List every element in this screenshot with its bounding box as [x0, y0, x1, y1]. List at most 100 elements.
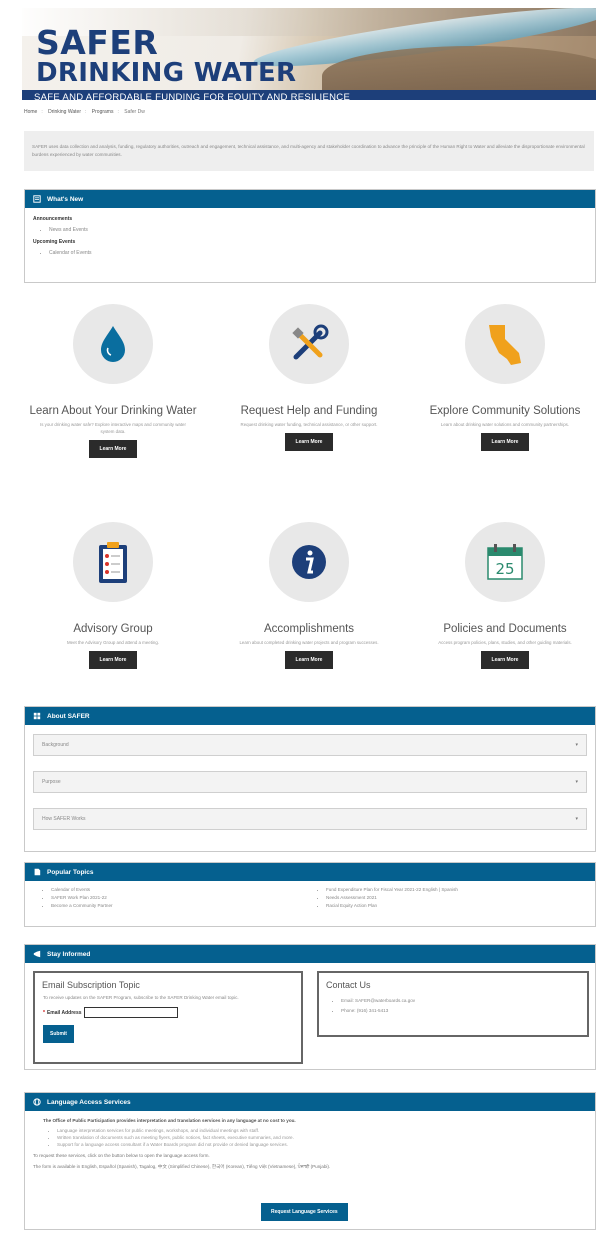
- tile-title: Accomplishments: [263, 623, 355, 635]
- tile-title: Explore Community Solutions: [429, 405, 581, 417]
- email-address-input[interactable]: [83, 1007, 178, 1018]
- tile-description: Learn about drinking water solutions and…: [440, 422, 570, 427]
- megaphone-icon: [33, 950, 41, 958]
- language-access-panel: Language Access Services The Office of P…: [24, 1092, 596, 1230]
- popular-link[interactable]: Needs Assessment 2021: [326, 895, 377, 900]
- popular-link[interactable]: Calendar of Events: [51, 887, 90, 892]
- breadcrumb-home[interactable]: Home: [24, 109, 37, 115]
- learn-more-button[interactable]: Learn More: [89, 651, 137, 669]
- chevron-down-icon: ▾: [575, 742, 578, 748]
- tile-title: Request Help and Funding: [240, 405, 378, 417]
- intro-text: SAFER uses data collection and analysis,…: [24, 131, 594, 171]
- chevron-down-icon: ▾: [575, 816, 578, 822]
- email-subscription-box: Email Subscription Topic To receive upda…: [33, 971, 303, 1064]
- language-service-item: Support for a language access consultant…: [57, 1141, 587, 1148]
- popular-topics-panel: Popular Topics Calendar of Events SAFER …: [24, 862, 596, 927]
- popular-link[interactable]: SAFER Work Plan 2021-22: [51, 895, 107, 900]
- popular-link[interactable]: Racial Equity Action Plan: [326, 903, 377, 908]
- about-safer-title: About SAFER: [47, 712, 90, 720]
- breadcrumb-drinking-water[interactable]: Drinking Water: [48, 109, 81, 115]
- breadcrumb: Home: Drinking Water: Programs: Safer Dw: [24, 109, 145, 115]
- newspaper-icon: [33, 195, 41, 203]
- language-service-item: Written translation of documents such as…: [57, 1134, 587, 1141]
- language-lead-text: The Office of Public Participation provi…: [43, 1118, 296, 1123]
- popular-link[interactable]: Fund Expenditure Plan for Fiscal Year 20…: [326, 887, 458, 892]
- tile-accomplishments: Accomplishments Learn about completed dr…: [219, 522, 399, 669]
- learn-more-button[interactable]: Learn More: [285, 433, 333, 451]
- site-banner[interactable]: SAFER DRINKING WATER SAFE AND AFFORDABLE…: [22, 8, 596, 100]
- calendar-day-number: 25: [495, 560, 514, 578]
- learn-more-button[interactable]: Learn More: [481, 433, 529, 451]
- tile-title: Advisory Group: [73, 623, 153, 635]
- learn-more-button[interactable]: Learn More: [481, 651, 529, 669]
- tile-community-solutions: Explore Community Solutions Learn about …: [415, 304, 595, 451]
- banner-title-line1: SAFER: [36, 23, 159, 62]
- page: SAFER DRINKING WATER SAFE AND AFFORDABLE…: [0, 0, 615, 1237]
- info-icon: [292, 545, 326, 579]
- accordion-purpose[interactable]: Purpose ▾: [33, 771, 587, 793]
- request-language-services-button[interactable]: Request Language Services: [261, 1203, 348, 1221]
- banner-title-line2: DRINKING WATER: [36, 58, 297, 88]
- popular-link[interactable]: Become a Community Partner: [51, 903, 113, 908]
- whats-new-header: What's New: [25, 190, 595, 208]
- about-safer-header: About SAFER: [25, 707, 595, 725]
- accordion-background[interactable]: Background ▾: [33, 734, 587, 756]
- contact-us-title: Contact Us: [326, 980, 371, 990]
- learn-more-button[interactable]: Learn More: [89, 440, 137, 458]
- tile-learn-drinking-water: Learn About Your Drinking Water Is your …: [23, 304, 203, 458]
- email-address-label: Email Address: [46, 1009, 82, 1016]
- language-request-text: To request these services, click on the …: [33, 1153, 210, 1158]
- language-access-header: Language Access Services: [25, 1093, 595, 1111]
- tile-policies-documents: 25 Policies and Documents Access program…: [415, 522, 595, 669]
- stay-informed-title: Stay Informed: [47, 950, 91, 958]
- accordion-label: Purpose: [42, 779, 61, 785]
- popular-topics-header: Popular Topics: [25, 863, 595, 881]
- announcements-label: Announcements: [33, 216, 73, 222]
- language-access-title: Language Access Services: [47, 1098, 131, 1106]
- tile-request-help: Request Help and Funding Request drinkin…: [219, 304, 399, 451]
- whats-new-title: What's New: [47, 195, 84, 203]
- banner-tagline-bar: SAFE AND AFFORDABLE FUNDING FOR EQUITY A…: [22, 90, 596, 100]
- document-icon: [34, 868, 41, 876]
- calendar-of-events-link[interactable]: Calendar of Events: [49, 250, 92, 256]
- learn-more-button[interactable]: Learn More: [285, 651, 333, 669]
- california-icon: [489, 325, 521, 365]
- tile-description: Meet the Advisory Group and attend a mee…: [66, 640, 159, 645]
- tile-advisory-group: Advisory Group Meet the Advisory Group a…: [23, 522, 203, 669]
- tools-icon: [292, 324, 329, 360]
- water-drop-icon: [101, 326, 125, 362]
- accordion-label: Background: [42, 742, 69, 748]
- language-service-item: Language interpretation services for pub…: [57, 1127, 587, 1134]
- accordion-how-safer-works[interactable]: How SAFER Works ▾: [33, 808, 587, 830]
- calendar-icon: 25: [487, 544, 523, 580]
- banner-tagline: SAFE AND AFFORDABLE FUNDING FOR EQUITY A…: [34, 92, 351, 100]
- language-availability-text: The form is available in English, Españo…: [33, 1164, 331, 1169]
- clipboard-icon: [99, 542, 127, 583]
- contact-us-box: Contact Us Email: SAFER@waterboards.ca.g…: [317, 971, 589, 1037]
- tile-description: Access program policies, plans, studies,…: [438, 640, 572, 645]
- accordion-label: How SAFER Works: [42, 816, 86, 822]
- news-events-link[interactable]: News and Events: [49, 227, 88, 233]
- email-subscription-desc: To receive updates on the SAFER Program,…: [43, 995, 239, 1000]
- upcoming-events-label: Upcoming Events: [33, 239, 76, 245]
- submit-button[interactable]: Submit: [43, 1025, 74, 1043]
- chevron-down-icon: ▾: [575, 779, 578, 785]
- contact-phone: Phone: (916) 341-5413: [341, 1008, 389, 1013]
- tile-title: Policies and Documents: [443, 623, 567, 635]
- whats-new-panel: What's New Announcements News and Events…: [24, 189, 596, 283]
- tile-description: Request drinking water funding, technica…: [240, 422, 378, 427]
- required-marker: *: [43, 1009, 45, 1016]
- popular-topics-title: Popular Topics: [47, 868, 94, 876]
- breadcrumb-programs[interactable]: Programs: [92, 109, 114, 115]
- grid-icon: [33, 712, 41, 720]
- globe-icon: [33, 1098, 41, 1106]
- email-subscription-title: Email Subscription Topic: [42, 980, 140, 990]
- breadcrumb-current: Safer Dw: [124, 109, 145, 115]
- about-safer-panel: About SAFER Background ▾ Purpose ▾ How S…: [24, 706, 596, 852]
- stay-informed-panel: Stay Informed Email Subscription Topic T…: [24, 944, 596, 1070]
- contact-email-link[interactable]: Email: SAFER@waterboards.ca.gov: [341, 998, 415, 1003]
- stay-informed-header: Stay Informed: [25, 945, 595, 963]
- tile-description: Is your drinking water safe? Explore int…: [40, 422, 186, 434]
- tile-description: Learn about completed drinking water pro…: [239, 640, 379, 645]
- tile-title: Learn About Your Drinking Water: [29, 405, 197, 417]
